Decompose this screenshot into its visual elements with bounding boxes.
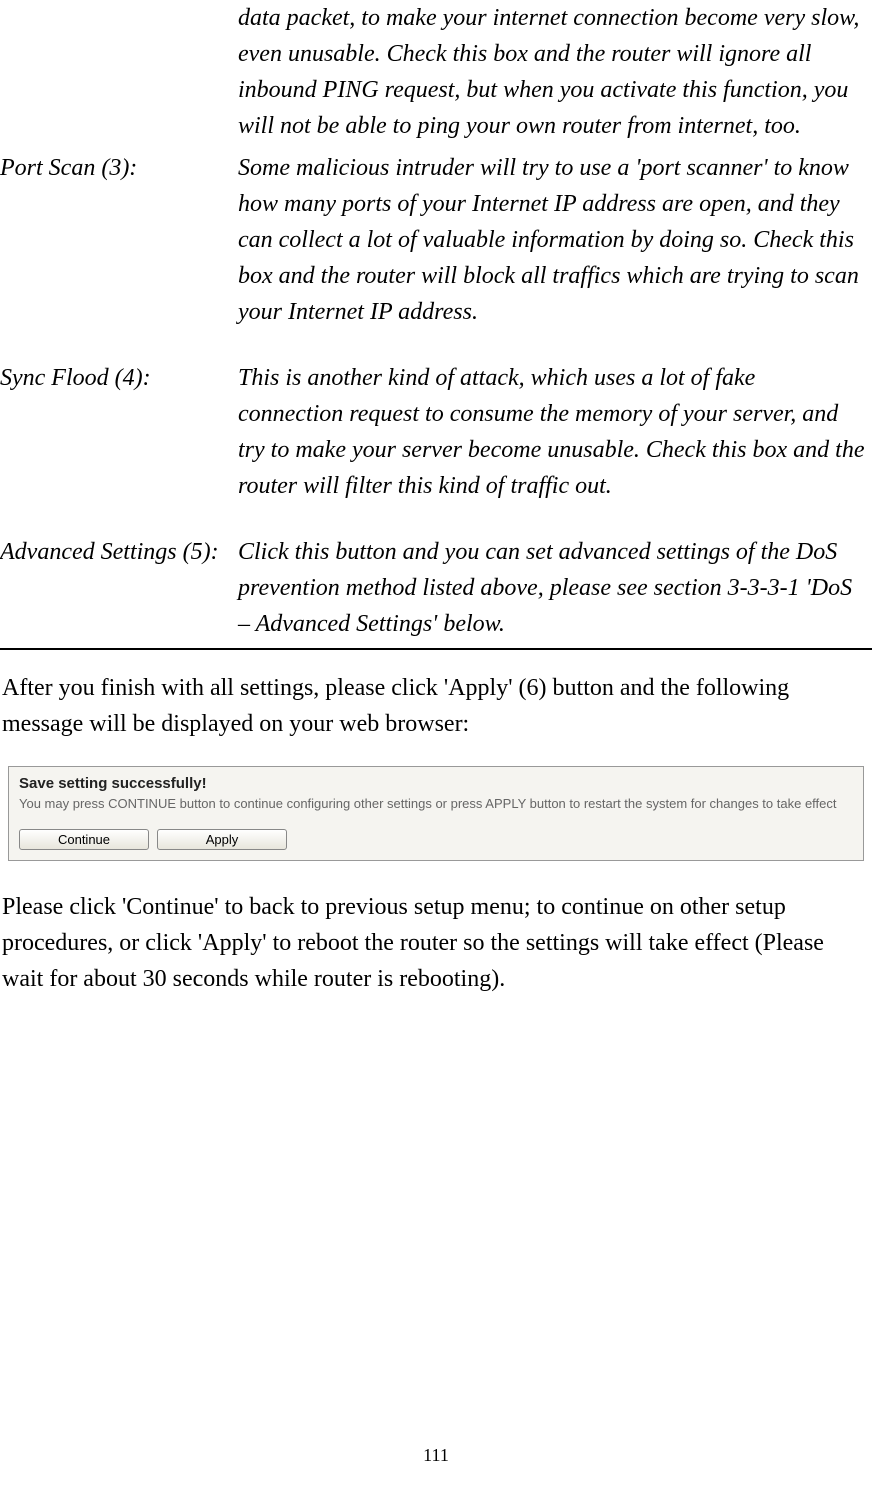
definition-desc-port-scan: Some malicious intruder will try to use …	[238, 150, 872, 330]
definition-row: data packet, to make your internet conne…	[0, 0, 872, 144]
definition-desc-sync-flood: This is another kind of attack, which us…	[238, 360, 872, 504]
continue-button[interactable]: Continue	[19, 829, 149, 850]
definition-label-port-scan: Port Scan (3):	[0, 150, 238, 186]
definitions-table: data packet, to make your internet conne…	[0, 0, 872, 642]
dialog-title: Save setting successfully!	[19, 775, 853, 792]
horizontal-divider	[0, 648, 872, 650]
paragraph-continue-apply: Please click 'Continue' to back to previ…	[0, 889, 872, 997]
definition-row: Sync Flood (4): This is another kind of …	[0, 360, 872, 504]
definition-row: Advanced Settings (5): Click this button…	[0, 534, 872, 642]
definition-desc-unlabeled: data packet, to make your internet conne…	[238, 0, 872, 144]
dialog-text: You may press CONTINUE button to continu…	[19, 796, 853, 813]
apply-button[interactable]: Apply	[157, 829, 287, 850]
definition-label-sync-flood: Sync Flood (4):	[0, 360, 238, 396]
definition-row: Port Scan (3): Some malicious intruder w…	[0, 150, 872, 330]
page-number: 111	[0, 1445, 872, 1466]
save-settings-dialog: Save setting successfully! You may press…	[8, 766, 864, 861]
paragraph-after-settings: After you finish with all settings, plea…	[0, 670, 872, 742]
definition-label-advanced: Advanced Settings (5):	[0, 534, 238, 570]
definition-desc-advanced: Click this button and you can set advanc…	[238, 534, 872, 642]
dialog-button-row: Continue Apply	[19, 829, 853, 850]
